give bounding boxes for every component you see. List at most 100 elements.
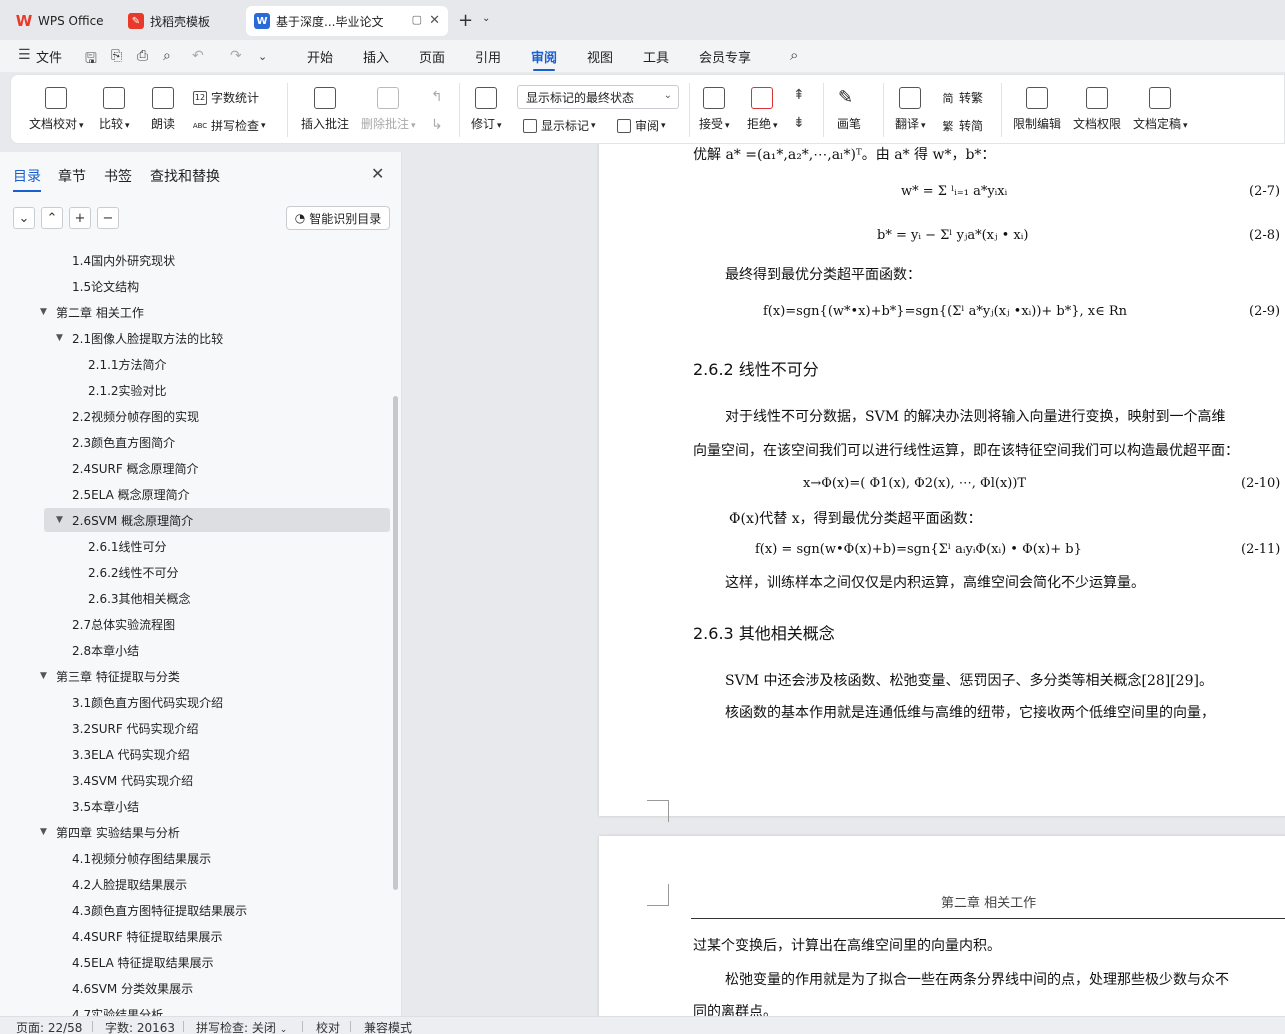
scrollbar[interactable]: [393, 396, 398, 890]
insert-comment-button[interactable]: 插入批注: [301, 87, 349, 132]
document-page[interactable]: 优解 a* =(a₁*,a₂*,⋯,aₗ*)ᵀ。由 a* 得 w*，b*： w*…: [599, 144, 1285, 822]
menu-review[interactable]: 审阅: [531, 47, 557, 71]
accept-button[interactable]: 接受 ▾: [699, 87, 730, 132]
add-heading-button[interactable]: +: [69, 207, 91, 229]
close-icon[interactable]: ✕: [429, 13, 440, 28]
proofread-status[interactable]: 校对: [316, 1019, 340, 1034]
toc-item[interactable]: 3.4SVM 代码实现介绍: [56, 768, 193, 792]
print-preview-icon[interactable]: ⌕: [163, 48, 171, 64]
toc-item[interactable]: 2.1.2实验对比: [72, 378, 167, 402]
to-traditional-button[interactable]: 简 转繁: [941, 89, 984, 106]
search-icon[interactable]: ⌕: [790, 46, 798, 64]
markup-state-select[interactable]: 显示标记的最终状态 ⌄: [517, 85, 679, 109]
toc-item[interactable]: 4.4SURF 特征提取结果展示: [56, 924, 223, 948]
toc-item[interactable]: 4.6SVM 分类效果展示: [56, 976, 193, 1000]
hamburger-icon[interactable]: ☰: [18, 47, 31, 63]
pen-button[interactable]: ✎ 画笔: [837, 87, 861, 132]
toc-item[interactable]: ▼ 2.1图像人脸提取方法的比较: [56, 326, 223, 350]
tab-wps-office[interactable]: W WPS Office: [8, 6, 114, 36]
expand-up-button[interactable]: ⌃: [41, 207, 63, 229]
caret-down-icon[interactable]: ▼: [40, 307, 54, 317]
menu-view[interactable]: 视图: [587, 47, 613, 66]
menu-home[interactable]: 开始: [307, 47, 333, 66]
compare-button[interactable]: 比较 ▾: [99, 87, 130, 132]
tab-bookmarks[interactable]: 书签: [104, 166, 132, 186]
toc-item[interactable]: 2.2视频分帧存图的实现: [56, 404, 199, 428]
spell-check-status[interactable]: 拼写检查: 关闭 ⌄: [196, 1019, 287, 1034]
toc-item[interactable]: ▼ 第二章 相关工作: [40, 300, 144, 324]
toc-item[interactable]: 4.1视频分帧存图结果展示: [56, 846, 211, 870]
menu-references[interactable]: 引用: [475, 47, 501, 66]
toc-item[interactable]: 1.4国内外研究现状: [56, 248, 175, 272]
tab-find-replace[interactable]: 查找和替换: [150, 166, 220, 186]
show-markup-button[interactable]: 显示标记 ▾: [523, 117, 596, 134]
toc-item[interactable]: 2.5ELA 概念原理简介: [56, 482, 190, 506]
caret-down-icon[interactable]: ▼: [56, 515, 70, 525]
redo-icon[interactable]: ↷: [230, 48, 242, 64]
menu-file[interactable]: 文件: [36, 47, 62, 66]
menu-page[interactable]: 页面: [419, 47, 445, 66]
toc-item[interactable]: ▼ 2.6SVM 概念原理简介: [44, 508, 390, 532]
restrict-edit-button[interactable]: 限制编辑: [1013, 87, 1061, 132]
caret-down-icon[interactable]: ▼: [56, 333, 70, 343]
toc-item[interactable]: 3.5本章小结: [56, 794, 139, 818]
document-area[interactable]: 优解 a* =(a₁*,a₂*,⋯,aₗ*)ᵀ。由 a* 得 w*，b*： w*…: [403, 144, 1285, 1016]
reject-button[interactable]: 拒绝 ▾: [747, 87, 778, 132]
menu-insert[interactable]: 插入: [363, 47, 389, 66]
tab-docer[interactable]: ✎ 找稻壳模板: [120, 6, 240, 36]
smart-toc-button[interactable]: ◔ 智能识别目录: [286, 206, 390, 230]
collapse-all-button[interactable]: ⌄: [13, 207, 35, 229]
menu-member[interactable]: 会员专享: [699, 47, 751, 66]
doc-check-button[interactable]: 文档校对 ▾: [29, 87, 84, 132]
prev-change-icon[interactable]: ⇞: [793, 87, 805, 103]
close-icon[interactable]: ✕: [371, 164, 384, 183]
toc-item[interactable]: 3.2SURF 代码实现介绍: [56, 716, 199, 740]
doc-permission-button[interactable]: 文档权限: [1073, 87, 1121, 132]
delete-comment-button[interactable]: 删除批注 ▾: [361, 87, 416, 132]
next-change-icon[interactable]: ⇟: [793, 115, 805, 131]
toc-item[interactable]: 2.8本章小结: [56, 638, 139, 662]
chevron-down-icon[interactable]: ⌄: [482, 13, 490, 24]
prev-comment-icon[interactable]: ↰: [431, 89, 443, 105]
toc-item[interactable]: 2.6.2线性不可分: [72, 560, 179, 584]
tab-document[interactable]: W 基于深度...毕业论文 ▢ ✕: [246, 6, 448, 36]
caret-down-icon[interactable]: ▼: [40, 671, 54, 681]
toc-item[interactable]: 4.3颜色直方图特征提取结果展示: [56, 898, 247, 922]
new-tab-icon[interactable]: +: [458, 10, 473, 31]
toc-item[interactable]: ▼ 第三章 特征提取与分类: [40, 664, 180, 688]
toc-item[interactable]: 2.4SURF 概念原理简介: [56, 456, 199, 480]
export-icon[interactable]: ⎘: [111, 48, 122, 64]
toc-item[interactable]: 3.3ELA 代码实现介绍: [56, 742, 190, 766]
word-count-status[interactable]: 字数: 20163: [105, 1019, 175, 1034]
save-icon[interactable]: 🖫: [85, 48, 97, 72]
track-changes-button[interactable]: 修订 ▾: [471, 87, 502, 132]
caret-down-icon[interactable]: ▼: [40, 827, 54, 837]
spell-check-button[interactable]: ABC 拼写检查 ▾: [193, 117, 266, 134]
review-pane-button[interactable]: 审阅 ▾: [617, 117, 666, 134]
tab-chapters[interactable]: 章节: [58, 166, 86, 186]
chevron-down-icon[interactable]: ⌄: [258, 50, 267, 63]
print-icon[interactable]: ⎙: [137, 48, 148, 64]
remove-heading-button[interactable]: −: [97, 207, 119, 229]
doc-final-button[interactable]: 文档定稿 ▾: [1133, 87, 1188, 132]
undo-icon[interactable]: ↶: [192, 48, 204, 64]
toc-item[interactable]: 3.1颜色直方图代码实现介绍: [56, 690, 223, 714]
toc-item[interactable]: 2.3颜色直方图简介: [56, 430, 175, 454]
translate-button[interactable]: 翻译 ▾: [895, 87, 926, 132]
menu-tools[interactable]: 工具: [643, 47, 669, 66]
document-page[interactable]: 第二章 相关工作 过某个变换后，计算出在高维空间里的向量内积。 松弛变量的作用就…: [599, 836, 1285, 1016]
to-simplified-button[interactable]: 繁 转简: [941, 117, 984, 134]
toc-item[interactable]: ▼ 第四章 实验结果与分析: [40, 820, 180, 844]
toc-item[interactable]: 4.5ELA 特征提取结果展示: [56, 950, 214, 974]
toc-item[interactable]: 4.2人脸提取结果展示: [56, 872, 187, 896]
window-icon[interactable]: ▢: [412, 13, 422, 26]
word-count-button[interactable]: 12 字数统计: [193, 89, 259, 106]
toc-item[interactable]: 2.1.1方法简介: [72, 352, 167, 376]
page-indicator[interactable]: 页面: 22/58: [16, 1019, 82, 1034]
next-comment-icon[interactable]: ↳: [431, 117, 443, 133]
toc-item[interactable]: 2.6.1线性可分: [72, 534, 167, 558]
tab-toc[interactable]: 目录: [13, 166, 41, 192]
toc-item[interactable]: 2.6.3其他相关概念: [72, 586, 191, 610]
toc-item[interactable]: 1.5论文结构: [56, 274, 139, 298]
read-aloud-button[interactable]: 朗读: [151, 87, 175, 132]
